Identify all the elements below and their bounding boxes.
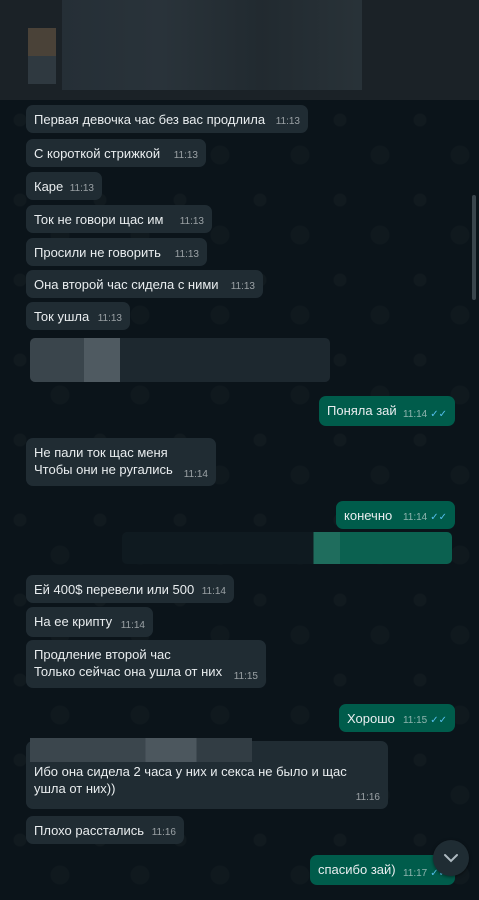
message-time: 11:13 — [179, 216, 204, 227]
message-time: 11:13 — [275, 116, 300, 127]
message-bubble[interactable]: Не пали ток щас меня Чтобы они не ругали… — [26, 438, 216, 486]
message-line: Чтобы они не ругались — [34, 462, 173, 477]
message-text: Поняла зай — [327, 403, 397, 418]
message-time: 11:14 — [201, 586, 226, 597]
blurred-message — [122, 532, 452, 564]
message-time: 11:14 ✓✓ — [402, 512, 447, 523]
message-bubble[interactable]: На ее крипту 11:14 — [26, 607, 153, 637]
message-text: Ток ушла — [34, 309, 90, 324]
message-time: 11:15 ✓✓ — [402, 715, 447, 726]
message-text: конечно — [344, 508, 393, 523]
message-bubble[interactable]: Ей 400$ перевели или 500 11:14 — [26, 575, 234, 603]
blurred-header-info — [62, 0, 362, 90]
scrollbar[interactable] — [472, 195, 476, 300]
message-text: С короткой стрижкой — [34, 146, 161, 161]
message-bubble[interactable]: Просили не говорить 11:13 — [26, 238, 207, 266]
blurred-avatar — [28, 28, 56, 84]
message-time: 11:15 — [233, 671, 258, 682]
blurred-message — [30, 738, 252, 762]
message-line: Продление второй час — [34, 647, 171, 662]
message-text: Ей 400$ перевели или 500 — [34, 582, 195, 597]
message-time: 11:13 — [97, 313, 122, 324]
message-bubble-outgoing[interactable]: Хорошо 11:15 ✓✓ — [339, 704, 455, 732]
message-time: 11:13 — [174, 249, 199, 260]
message-text: На ее крипту — [34, 614, 113, 629]
scroll-to-bottom-button[interactable] — [433, 840, 469, 876]
message-line: ушла от них)) — [34, 781, 116, 796]
message-time: 11:14 ✓✓ — [402, 409, 447, 420]
read-ticks-icon: ✓✓ — [430, 409, 447, 420]
message-line: Только сейчас она ушла от них — [34, 664, 223, 679]
message-line: Ибо она сидела 2 часа у них и секса не б… — [34, 764, 347, 779]
message-text: Первая девочка час без вас продлила — [34, 112, 266, 127]
message-bubble[interactable]: Каре 11:13 — [26, 172, 102, 200]
message-bubble[interactable]: Ибо она сидела 2 часа у них и секса не б… — [26, 738, 388, 809]
message-bubble[interactable]: Плохо расстались 11:16 — [26, 816, 184, 844]
message-text: Ток не говори щас им — [34, 212, 164, 227]
message-line: Не пали ток щас меня — [34, 445, 168, 460]
message-text: Просили не говорить — [34, 245, 161, 260]
message-time: 11:16 — [355, 792, 380, 803]
message-time: 11:16 — [151, 827, 176, 838]
message-bubble-outgoing[interactable]: Поняла зай 11:14 ✓✓ — [319, 396, 455, 426]
read-ticks-icon: ✓✓ — [430, 512, 447, 523]
message-time: 11:14 — [183, 469, 208, 480]
message-bubble[interactable]: Первая девочка час без вас продлила 11:1… — [26, 105, 308, 133]
read-ticks-icon: ✓✓ — [430, 715, 447, 726]
message-time: 11:14 — [120, 620, 145, 631]
blurred-message — [30, 338, 330, 382]
message-bubble[interactable]: Ток не говори щас им 11:13 — [26, 205, 212, 233]
message-text: Плохо расстались — [34, 823, 144, 838]
message-time: 11:13 — [69, 183, 94, 194]
chat-header — [0, 0, 479, 100]
message-text: Она второй час сидела с ними — [34, 277, 219, 292]
message-bubble[interactable]: С короткой стрижкой 11:13 — [26, 139, 206, 167]
message-text: Хорошо — [347, 711, 395, 726]
message-bubble-outgoing[interactable]: конечно 11:14 ✓✓ — [336, 501, 455, 529]
message-time: 11:13 — [173, 150, 198, 161]
message-bubble[interactable]: Продление второй час Только сейчас она у… — [26, 640, 266, 688]
chevron-down-icon — [444, 854, 458, 863]
message-bubble[interactable]: Ток ушла 11:13 — [26, 302, 130, 330]
message-text: спасибо зай) — [318, 862, 396, 877]
message-text: Каре — [34, 179, 64, 194]
message-time: 11:13 — [230, 281, 255, 292]
message-bubble[interactable]: Она второй час сидела с ними 11:13 — [26, 270, 263, 298]
